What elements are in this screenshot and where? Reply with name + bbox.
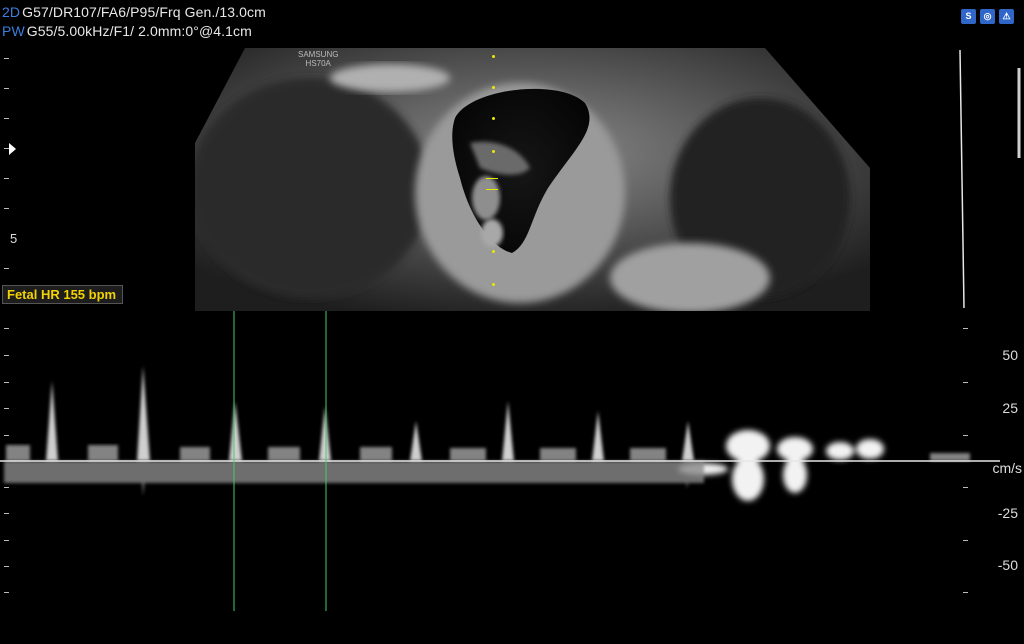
caliper-line-left[interactable]: [233, 311, 236, 611]
warning-icon[interactable]: ⚠: [999, 9, 1014, 24]
time-tick: [4, 328, 9, 329]
velocity-unit-label: cm/s: [992, 460, 1022, 476]
time-tick: [4, 435, 9, 436]
mode-pw-label[interactable]: PW: [2, 23, 25, 39]
velocity-tick: [963, 487, 968, 488]
time-tick: [4, 408, 9, 409]
time-tick: [4, 592, 9, 593]
velocity-label-50: 50: [1002, 347, 1018, 363]
doppler-spectrum: [0, 311, 1000, 611]
depth-tick: [4, 268, 9, 269]
sample-gate-dot: [492, 117, 495, 120]
probe-icon[interactable]: S: [961, 9, 976, 24]
header-line-2d: 2D G57/DR107/FA6/P95/Frq Gen./13.0cm: [2, 4, 266, 20]
velocity-tick: [963, 592, 968, 593]
depth-tick: [4, 88, 9, 89]
velocity-tick: [963, 382, 968, 383]
sample-gate-dot: [492, 55, 495, 58]
velocity-tick: [963, 540, 968, 541]
b-mode-image: [195, 48, 1021, 311]
brand-name: SAMSUNG: [298, 50, 339, 59]
depth-tick: [4, 178, 9, 179]
sample-gate-dot: [492, 150, 495, 153]
depth-label: 5: [10, 231, 18, 246]
velocity-label-neg25: -25: [997, 505, 1018, 521]
focus-marker-icon[interactable]: [9, 143, 16, 155]
time-tick: [4, 382, 9, 383]
device-brand: SAMSUNG HS70A: [298, 50, 338, 68]
status-icons: S ◎ ⚠: [961, 9, 1014, 24]
velocity-label-neg50: -50: [997, 557, 1018, 573]
sample-gate-dot: [492, 250, 495, 253]
time-tick: [4, 355, 9, 356]
sample-gate-dot: [492, 283, 495, 286]
caliper-line-right[interactable]: [325, 311, 328, 611]
time-tick: [4, 566, 9, 567]
depth-tick: [4, 208, 9, 209]
header-line-pw: PW G55/5.00kHz/F1/ 2.0mm:0°@4.1cm: [2, 23, 252, 39]
pw-params: G55/5.00kHz/F1/ 2.0mm:0°@4.1cm: [26, 23, 252, 39]
fetal-hr-measurement: Fetal HR 155 bpm: [2, 285, 124, 304]
sample-gate-dot: [492, 86, 495, 89]
doppler-sample-volume[interactable]: [486, 178, 498, 190]
2d-params: G57/DR107/FA6/P95/Frq Gen./13.0cm: [22, 4, 266, 20]
velocity-label-25: 25: [1002, 400, 1018, 416]
time-tick: [4, 540, 9, 541]
transducer-icon[interactable]: ◎: [980, 9, 995, 24]
mode-2d-label[interactable]: 2D: [2, 4, 20, 20]
depth-scale: [0, 48, 20, 311]
depth-tick: [4, 58, 9, 59]
model-name: HS70A: [305, 59, 331, 68]
time-tick: [4, 513, 9, 514]
velocity-tick: [963, 435, 968, 436]
depth-tick: [4, 118, 9, 119]
velocity-tick: [963, 328, 968, 329]
time-tick: [4, 487, 9, 488]
